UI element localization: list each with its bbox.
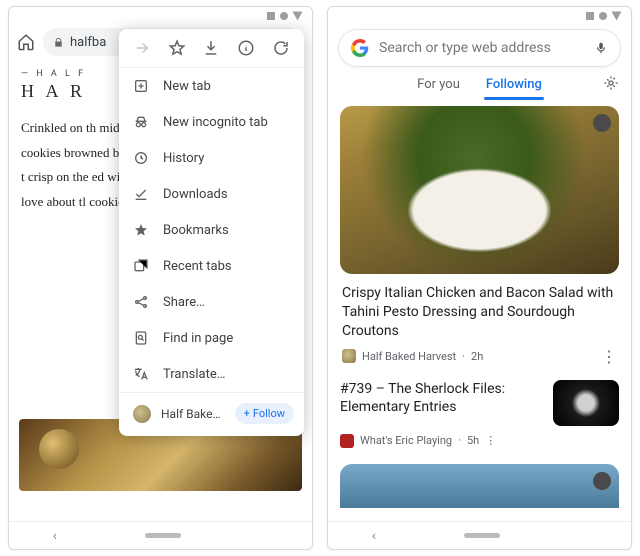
card-1-meta: Half Baked Harvest · 2h ⋮ [340, 347, 619, 366]
menu-label: New incognito tab [163, 115, 268, 130]
tab-following[interactable]: Following [486, 77, 542, 92]
plus-icon: + [244, 407, 250, 420]
menu-item-find[interactable]: Find in page [119, 320, 304, 356]
menu-item-share[interactable]: Share… [119, 284, 304, 320]
download-icon[interactable] [202, 39, 220, 57]
status-bar [9, 7, 312, 25]
menu-label: Downloads [163, 187, 228, 202]
omnibox-text: halfba [70, 35, 106, 50]
card-2-image [553, 380, 619, 426]
overflow-menu: New tab New incognito tab History Downlo… [119, 29, 304, 436]
check-underline-icon [133, 186, 149, 202]
amp-bolt-icon: ⚡ [595, 475, 607, 486]
menu-label: Recent tabs [163, 259, 232, 274]
menu-label: New tab [163, 79, 211, 94]
info-icon[interactable] [237, 39, 255, 57]
incognito-icon [133, 114, 149, 130]
system-nav: ‹ [328, 521, 631, 549]
card-1-title[interactable]: Crispy Italian Chicken and Bacon Salad w… [342, 284, 617, 341]
site-name: Half Baked Harvest [161, 407, 225, 421]
gear-icon[interactable] [603, 75, 619, 91]
nav-back-icon[interactable]: ‹ [53, 528, 57, 544]
menu-item-history[interactable]: History [119, 140, 304, 176]
menu-item-recent[interactable]: Recent tabs [119, 248, 304, 284]
phone-left: halfba — H A L F H A R Crinkled on th mi… [8, 6, 313, 550]
search-placeholder: Search or type web address [379, 40, 584, 56]
menu-label: Find in page [163, 331, 233, 346]
card-2[interactable]: #739 – The Sherlock Files: Elementary En… [340, 380, 619, 426]
menu-item-downloads[interactable]: Downloads [119, 176, 304, 212]
refresh-icon[interactable] [272, 39, 290, 57]
card-2-meta: What's Eric Playing · 5h ⋮ [340, 434, 619, 448]
menu-label: History [163, 151, 204, 166]
follow-button[interactable]: + Follow [235, 403, 294, 424]
menu-item-new-tab[interactable]: New tab [119, 68, 304, 104]
menu-label: Bookmarks [163, 223, 229, 238]
find-in-page-icon [133, 330, 149, 346]
menu-site-row: Half Baked Harvest + Follow [119, 392, 304, 436]
star-icon[interactable] [168, 39, 186, 57]
nav-back-icon[interactable]: ‹ [372, 528, 376, 544]
card-1-favicon [342, 349, 356, 363]
star-filled-icon [133, 222, 149, 238]
phone-right: Search or type web address For you Follo… [327, 6, 632, 550]
menu-top-actions [119, 29, 304, 68]
status-bar [328, 7, 631, 25]
menu-label: Translate… [163, 367, 225, 382]
nav-home-pill[interactable] [145, 533, 181, 538]
tab-for-you[interactable]: For you [417, 77, 460, 92]
menu-item-incognito[interactable]: New incognito tab [119, 104, 304, 140]
card-2-more-icon[interactable]: ⋮ [485, 434, 496, 447]
feed: ⚡ Crispy Italian Chicken and Bacon Salad… [328, 100, 631, 521]
card-1-source: Half Baked Harvest [362, 350, 456, 363]
lock-icon [53, 37, 64, 48]
search-bar[interactable]: Search or type web address [338, 29, 621, 67]
home-icon[interactable] [17, 33, 35, 51]
card-2-favicon [340, 434, 354, 448]
card-1-more-icon[interactable]: ⋮ [601, 347, 617, 366]
site-favicon [133, 405, 151, 423]
card-2-age: 5h [467, 434, 479, 447]
translate-icon [133, 366, 149, 382]
card-1-image[interactable]: ⚡ [340, 106, 619, 274]
follow-label: Follow [253, 407, 285, 420]
card-2-title: #739 – The Sherlock Files: Elementary En… [340, 380, 543, 416]
mic-icon[interactable] [594, 39, 608, 57]
google-logo-icon [351, 39, 369, 57]
system-nav: ‹ [9, 521, 312, 549]
history-icon [133, 150, 149, 166]
card-3-image[interactable]: ⚡ [340, 464, 619, 508]
plus-box-icon [133, 78, 149, 94]
card-2-source: What's Eric Playing [360, 434, 452, 447]
share-icon [133, 294, 149, 310]
recent-tabs-icon [133, 258, 149, 274]
menu-label: Share… [163, 295, 205, 310]
feed-tabs: For you Following [328, 75, 631, 100]
menu-item-bookmarks[interactable]: Bookmarks [119, 212, 304, 248]
amp-bolt-icon: ⚡ [595, 117, 607, 128]
card-1-age: 2h [471, 350, 483, 363]
menu-item-translate[interactable]: Translate… [119, 356, 304, 392]
nav-home-pill[interactable] [464, 533, 500, 538]
forward-icon [133, 39, 151, 57]
